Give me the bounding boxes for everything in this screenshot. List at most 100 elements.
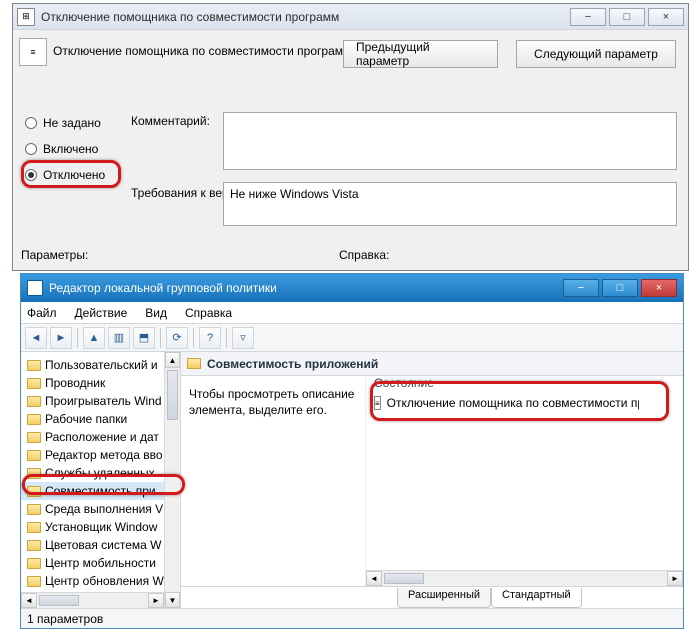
gpedit-window: Редактор локальной групповой политики − … xyxy=(20,273,684,629)
menu-action[interactable]: Действие xyxy=(75,306,128,320)
tree-item-label: Совместимость при xyxy=(45,484,156,498)
filter-button[interactable]: ▿ xyxy=(232,327,254,349)
close-button[interactable]: × xyxy=(648,8,684,26)
folder-icon xyxy=(27,414,41,425)
folder-icon xyxy=(27,486,41,497)
menu-view[interactable]: Вид xyxy=(145,306,167,320)
scroll-down-icon[interactable]: ▼ xyxy=(165,592,180,608)
tree-horizontal-scrollbar[interactable]: ◄► xyxy=(21,592,164,608)
menu-file[interactable]: Файл xyxy=(27,306,57,320)
scroll-thumb[interactable] xyxy=(384,573,424,584)
folder-icon xyxy=(187,358,201,369)
previous-setting-button[interactable]: Предыдущий параметр xyxy=(343,40,498,68)
radio-disabled[interactable]: Отключено xyxy=(25,168,105,182)
show-hide-tree-button[interactable]: ▥ xyxy=(108,327,130,349)
next-setting-button[interactable]: Следующий параметр xyxy=(516,40,676,68)
gpedit-minimize-button[interactable]: − xyxy=(563,279,599,297)
folder-icon xyxy=(27,396,41,407)
previous-setting-label: Предыдущий параметр xyxy=(356,40,485,68)
dialog-titlebar[interactable]: ⊞ Отключение помощника по совместимости … xyxy=(13,4,688,30)
tree-item[interactable]: Пользовательский и xyxy=(21,356,180,374)
tree-item-label: Центр мобильности xyxy=(45,556,156,570)
tree-item[interactable]: Проводник xyxy=(21,374,180,392)
policy-item-icon: ≡ xyxy=(374,396,381,410)
scroll-right-icon[interactable]: ► xyxy=(148,593,164,608)
requirements-value: Не ниже Windows Vista xyxy=(230,187,359,201)
gpedit-close-button[interactable]: × xyxy=(641,279,677,297)
radio-enabled-label: Включено xyxy=(43,142,98,156)
tree-item[interactable]: Среда выполнения V xyxy=(21,500,180,518)
folder-icon xyxy=(27,558,41,569)
folder-icon xyxy=(27,360,41,371)
policy-item-text: Отключение помощника по совместимости пр… xyxy=(387,396,639,410)
tree-item[interactable]: Редактор метода вво xyxy=(21,446,180,464)
dialog-body: ≡ Отключение помощника по совместимости … xyxy=(13,30,688,270)
tree-item-label: Проводник xyxy=(45,376,105,390)
tree-item[interactable]: Центр обновления W xyxy=(21,572,180,590)
forward-button[interactable]: ► xyxy=(50,327,72,349)
gpedit-maximize-button[interactable]: □ xyxy=(602,279,638,297)
tree-item-label: Пользовательский и xyxy=(45,358,158,372)
tree-vertical-scrollbar[interactable]: ▲▼ xyxy=(164,352,180,608)
dialog-header-text: Отключение помощника по совместимости пр… xyxy=(53,38,351,58)
scroll-left-icon[interactable]: ◄ xyxy=(366,571,382,586)
radio-icon xyxy=(25,169,37,181)
tree-item[interactable]: Установщик Window xyxy=(21,518,180,536)
tree-item[interactable]: Службы удаленных xyxy=(21,464,180,482)
tree-item-label: Редактор метода вво xyxy=(45,448,163,462)
tree-item-label: Расположение и дат xyxy=(45,430,159,444)
tree-item-selected[interactable]: Совместимость при xyxy=(21,482,180,500)
scroll-thumb[interactable] xyxy=(39,595,79,606)
content-pane: Совместимость приложений Чтобы просмотре… xyxy=(181,352,683,608)
tree-item[interactable]: Рабочие папки xyxy=(21,410,180,428)
requirements-textarea[interactable]: Не ниже Windows Vista xyxy=(223,182,677,226)
tree-item[interactable]: Проигрыватель Wind xyxy=(21,392,180,410)
tree-item[interactable]: Цветовая система W xyxy=(21,536,180,554)
tree-item-label: Рабочие папки xyxy=(45,412,127,426)
content-header-text: Совместимость приложений xyxy=(207,357,378,371)
tree-item[interactable]: Расположение и дат xyxy=(21,428,180,446)
dialog-header: ≡ Отключение помощника по совместимости … xyxy=(19,38,351,66)
policy-list-item[interactable]: ≡ Отключение помощника по совместимости … xyxy=(374,396,639,410)
content-tabs: Расширенный Стандартный xyxy=(181,586,683,608)
dialog-title: Отключение помощника по совместимости пр… xyxy=(41,10,567,24)
radio-not-configured[interactable]: Не задано xyxy=(25,116,101,130)
policy-dialog: ⊞ Отключение помощника по совместимости … xyxy=(12,3,689,271)
comment-textarea[interactable] xyxy=(223,112,677,170)
scroll-left-icon[interactable]: ◄ xyxy=(21,593,37,608)
tab-extended[interactable]: Расширенный xyxy=(397,588,491,608)
tree-item-label: Службы удаленных xyxy=(45,466,155,480)
toolbar-separator xyxy=(193,328,194,348)
settings-list[interactable]: Состояние ≡ Отключение помощника по совм… xyxy=(366,376,683,586)
scroll-thumb[interactable] xyxy=(167,370,178,420)
tree-pane[interactable]: Пользовательский и Проводник Проигрывате… xyxy=(21,352,181,608)
parameters-label: Параметры: xyxy=(21,248,88,262)
scroll-right-icon[interactable]: ► xyxy=(667,571,683,586)
tree-item-label: Среда выполнения V xyxy=(45,502,163,516)
content-split: Чтобы просмотреть описание элемента, выд… xyxy=(181,376,683,586)
folder-icon xyxy=(27,576,41,587)
gpedit-titlebar[interactable]: Редактор локальной групповой политики − … xyxy=(21,274,683,302)
policy-icon: ≡ xyxy=(19,38,47,66)
help-button[interactable]: ? xyxy=(199,327,221,349)
column-state-header[interactable]: Состояние xyxy=(374,376,434,390)
folder-icon xyxy=(27,450,41,461)
minimize-button[interactable]: − xyxy=(570,8,606,26)
tab-standard[interactable]: Стандартный xyxy=(491,588,582,608)
list-horizontal-scrollbar[interactable]: ◄► xyxy=(366,570,683,586)
radio-enabled[interactable]: Включено xyxy=(25,142,98,156)
description-text: Чтобы просмотреть описание элемента, выд… xyxy=(189,387,354,417)
tree-item[interactable]: Центр мобильности xyxy=(21,554,180,572)
export-button[interactable]: ⬒ xyxy=(133,327,155,349)
up-button[interactable]: ▲ xyxy=(83,327,105,349)
menu-help[interactable]: Справка xyxy=(185,306,232,320)
gpedit-toolbar: ◄ ► ▲ ▥ ⬒ ⟳ ? ▿ xyxy=(21,324,683,352)
folder-icon xyxy=(27,468,41,479)
radio-icon xyxy=(25,117,37,129)
back-button[interactable]: ◄ xyxy=(25,327,47,349)
refresh-button[interactable]: ⟳ xyxy=(166,327,188,349)
scroll-up-icon[interactable]: ▲ xyxy=(165,352,180,368)
help-label: Справка: xyxy=(339,248,389,262)
status-text: 1 параметров xyxy=(27,612,103,626)
maximize-button[interactable]: □ xyxy=(609,8,645,26)
